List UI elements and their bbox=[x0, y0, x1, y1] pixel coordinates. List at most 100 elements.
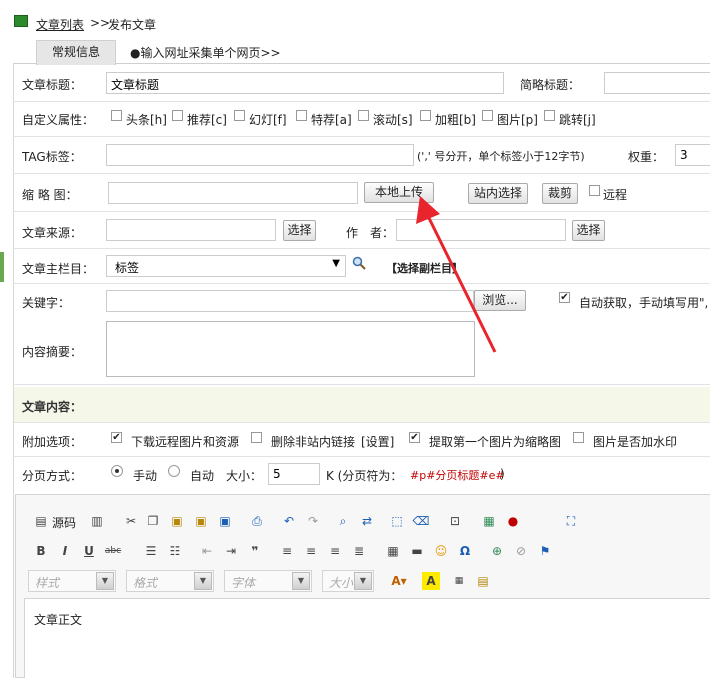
anchor-flag-icon[interactable]: ⚑ bbox=[536, 542, 554, 560]
weight-input[interactable]: 3 bbox=[675, 144, 710, 166]
justify-icon[interactable]: ≣ bbox=[350, 542, 368, 560]
special-char-icon[interactable]: Ω bbox=[456, 542, 474, 560]
preview-icon[interactable]: ▥ bbox=[88, 512, 106, 530]
attr-bold-label: 加粗[b] bbox=[435, 113, 476, 127]
size-dropdown[interactable]: 大小 ▼ bbox=[322, 570, 374, 592]
attr-checkbox-headline[interactable] bbox=[111, 110, 122, 121]
text-color-icon[interactable]: A▾ bbox=[390, 572, 408, 590]
tab-collect-url-label: ●输入网址采集单个网页>> bbox=[130, 46, 281, 60]
remote-checkbox[interactable] bbox=[589, 185, 600, 196]
paste-text-icon[interactable]: ▣ bbox=[192, 512, 210, 530]
style-dropdown[interactable]: 样式 ▼ bbox=[28, 570, 116, 592]
breadcrumb-list-link[interactable]: 文章列表 bbox=[36, 16, 84, 33]
divider bbox=[13, 211, 710, 212]
remote-label: 远程 bbox=[603, 188, 628, 202]
underline-icon[interactable]: U bbox=[80, 542, 98, 560]
unordered-list-icon[interactable]: ☷ bbox=[166, 542, 184, 560]
font-dropdown[interactable]: 字体 ▼ bbox=[224, 570, 312, 592]
find-icon[interactable]: ⌕ bbox=[334, 512, 352, 530]
insert-page-icon[interactable]: ▤ bbox=[474, 572, 492, 590]
crop-button[interactable]: 裁剪 bbox=[542, 183, 578, 204]
page-tag: #p#分页标题#e# bbox=[410, 469, 505, 482]
copy-icon[interactable]: ❐ bbox=[144, 512, 162, 530]
replace-icon[interactable]: ⇄ bbox=[358, 512, 376, 530]
attr-checkbox-image[interactable] bbox=[482, 110, 493, 121]
align-left-icon[interactable]: ≡ bbox=[278, 542, 296, 560]
paging-break-icon[interactable]: ▦ bbox=[450, 572, 468, 590]
attr-special-label: 特荐[a] bbox=[311, 113, 352, 127]
attr-checkbox-slide[interactable] bbox=[234, 110, 245, 121]
link-icon[interactable]: ⊕ bbox=[488, 542, 506, 560]
chevron-down-icon: ▼ bbox=[194, 572, 212, 590]
editor: ▤ 源码 ▥ ✂ ❐ ▣ ▣ ▣ ⎙ ↶ ↷ ⌕ ⇄ ⬚ ⌫ ⊡ ▦ ● ⛶ B… bbox=[15, 494, 710, 678]
editor-content[interactable]: 文章正文 bbox=[24, 598, 710, 678]
bg-color-icon[interactable]: A bbox=[422, 572, 440, 590]
attr-checkbox-jump[interactable] bbox=[544, 110, 555, 121]
italic-icon[interactable]: I bbox=[56, 542, 74, 560]
thumb-input[interactable] bbox=[108, 182, 358, 204]
attr-checkbox-bold[interactable] bbox=[420, 110, 431, 121]
extract-thumb-checkbox[interactable]: ✔ bbox=[409, 432, 420, 443]
eraser-icon[interactable]: ⌫ bbox=[412, 512, 430, 530]
watermark-checkbox[interactable] bbox=[573, 432, 584, 443]
undo-icon[interactable]: ↶ bbox=[280, 512, 298, 530]
divider bbox=[13, 456, 710, 457]
radio-dot bbox=[115, 469, 119, 473]
editor-toolbar-row-2: B I U abc ☰ ☷ ⇤ ⇥ ❞ ≡ ≡ ≡ ≣ ▦ ▬ ☺ Ω ⊕ ⊘ … bbox=[26, 541, 586, 563]
author-select-button[interactable]: 选择 bbox=[572, 220, 605, 241]
size-label: 大小： bbox=[226, 469, 263, 483]
blockquote-icon[interactable]: ❞ bbox=[246, 542, 264, 560]
keywords-label: 关键字： bbox=[22, 296, 71, 310]
strikethrough-icon[interactable]: abc bbox=[104, 542, 122, 560]
remove-links-checkbox[interactable] bbox=[251, 432, 262, 443]
divider bbox=[13, 101, 710, 102]
column-select-value: 标签 bbox=[115, 261, 140, 275]
download-remote-checkbox[interactable]: ✔ bbox=[111, 432, 122, 443]
maximize-icon[interactable]: ⛶ bbox=[562, 512, 580, 530]
chevron-down-icon: ▼ bbox=[96, 572, 114, 590]
source-select-button[interactable]: 选择 bbox=[283, 220, 316, 241]
image-icon[interactable]: ▦ bbox=[480, 512, 498, 530]
tab-general-info[interactable]: 常规信息 bbox=[36, 40, 116, 65]
select-all-icon[interactable]: ⬚ bbox=[388, 512, 406, 530]
paging-manual-radio[interactable] bbox=[111, 465, 123, 477]
title-input[interactable]: 文章标题 bbox=[106, 72, 504, 94]
format-dropdown[interactable]: 格式 ▼ bbox=[126, 570, 214, 592]
attr-checkbox-recommend[interactable] bbox=[172, 110, 183, 121]
unlink-icon[interactable]: ⊘ bbox=[512, 542, 530, 560]
settings-link[interactable]: [设置] bbox=[361, 433, 394, 450]
ordered-list-icon[interactable]: ☰ bbox=[142, 542, 160, 560]
paste-icon[interactable]: ▣ bbox=[168, 512, 186, 530]
auto-fetch-checkbox[interactable]: ✔ bbox=[559, 292, 570, 303]
indent-icon[interactable]: ⇥ bbox=[222, 542, 240, 560]
format-dropdown-label: 格式 bbox=[133, 576, 158, 590]
redo-icon[interactable]: ↷ bbox=[304, 512, 322, 530]
attr-jump-label: 跳转[j] bbox=[559, 113, 596, 127]
attr-checkbox-special[interactable] bbox=[296, 110, 307, 121]
cut-icon[interactable]: ✂ bbox=[122, 512, 140, 530]
title-label: 文章标题： bbox=[22, 78, 83, 92]
smiley-icon[interactable]: ☺ bbox=[432, 542, 450, 560]
short-title-input[interactable] bbox=[604, 72, 710, 94]
source-input[interactable] bbox=[106, 219, 276, 241]
horizontal-rule-icon[interactable]: ▬ bbox=[408, 542, 426, 560]
table-icon[interactable]: ▦ bbox=[384, 542, 402, 560]
paste-word-icon[interactable]: ▣ bbox=[216, 512, 234, 530]
tag-input[interactable] bbox=[106, 144, 414, 166]
attr-checkbox-scroll[interactable] bbox=[358, 110, 369, 121]
flash-icon[interactable]: ● bbox=[504, 512, 522, 530]
bold-icon[interactable]: B bbox=[32, 542, 50, 560]
source-button-label[interactable]: 源码 bbox=[52, 514, 76, 531]
search-icon[interactable] bbox=[352, 256, 366, 270]
size-input[interactable]: 5 bbox=[268, 463, 320, 485]
print-icon[interactable]: ⎙ bbox=[248, 512, 266, 530]
tab-collect-url[interactable]: ●输入网址采集单个网页>> bbox=[130, 44, 281, 61]
breadcrumb: 文章列表 >> 发布文章 bbox=[14, 14, 314, 32]
align-right-icon[interactable]: ≡ bbox=[326, 542, 344, 560]
align-center-icon[interactable]: ≡ bbox=[302, 542, 320, 560]
column-select[interactable]: 标签 ▼ bbox=[106, 255, 346, 277]
paging-auto-radio[interactable] bbox=[168, 465, 180, 477]
template-icon[interactable]: ⊡ bbox=[446, 512, 464, 530]
outdent-icon[interactable]: ⇤ bbox=[198, 542, 216, 560]
source-icon[interactable]: ▤ bbox=[32, 512, 50, 530]
